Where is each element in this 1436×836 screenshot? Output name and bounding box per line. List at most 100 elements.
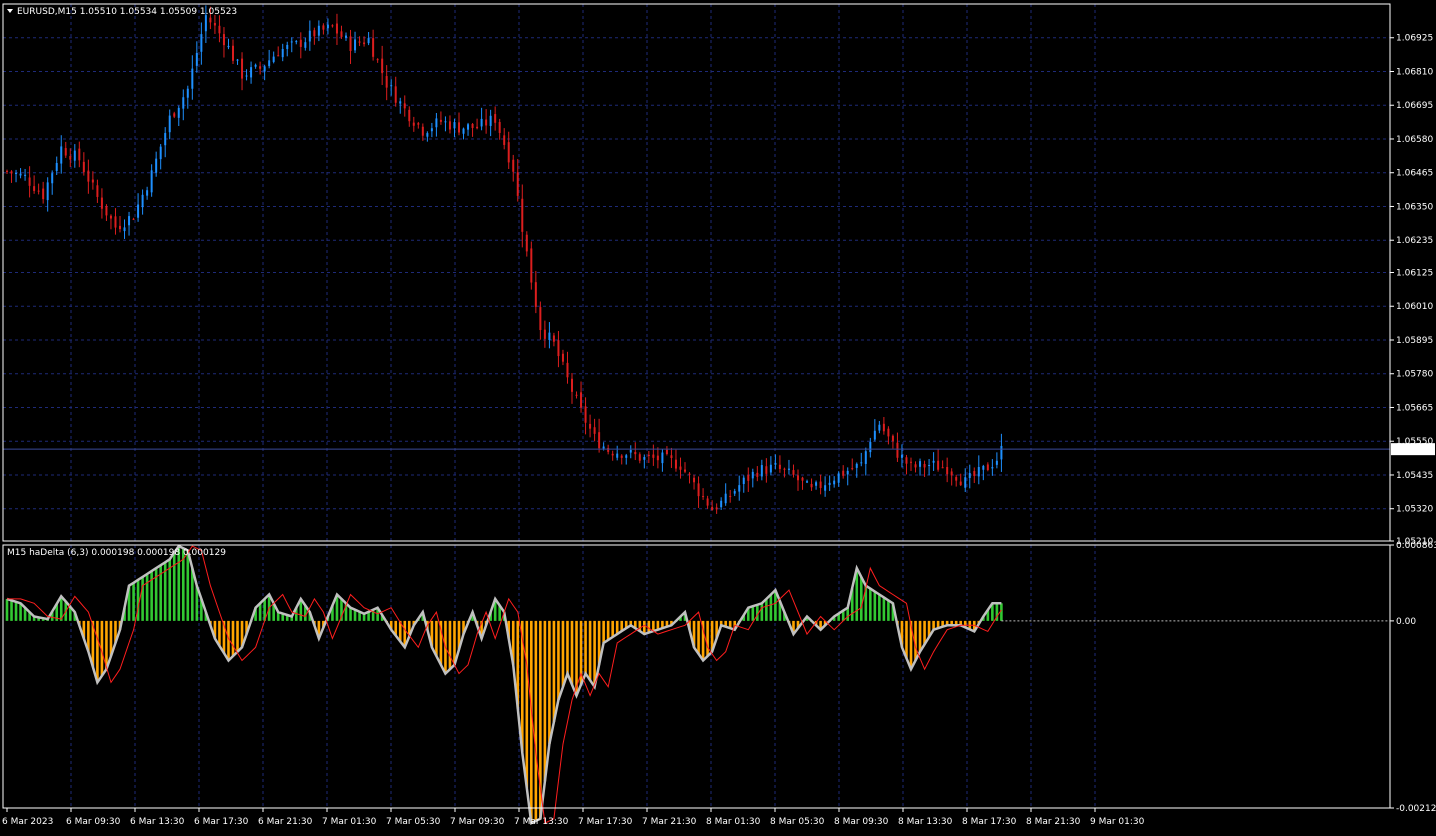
candle-body [173, 113, 176, 117]
candle-body [435, 118, 438, 128]
hadelta-bar [878, 594, 881, 621]
candle-body [286, 44, 289, 50]
candle-body [715, 507, 718, 510]
candle-body [778, 464, 781, 469]
chart-canvas[interactable]: 1.06925 1.06810 1.06695 1.06580 1.06465 1.063… [0, 0, 1436, 832]
price-candles [3, 5, 1390, 514]
hadelta-bar [141, 576, 144, 621]
candle-body [430, 128, 433, 132]
candle-body [200, 34, 203, 52]
candle-body [638, 454, 641, 461]
candle-body [394, 86, 397, 103]
collapse-triangle-icon[interactable] [7, 9, 13, 13]
candle-body [421, 126, 424, 136]
hadelta-bar [435, 620, 438, 657]
candle-body [828, 482, 831, 485]
candle-body [78, 148, 81, 161]
candle-body [557, 340, 560, 357]
price-tick-label: 1.05895 [1396, 336, 1433, 346]
candle-body [119, 225, 121, 230]
candle-body [448, 121, 451, 130]
time-tick-label: 8 Mar 09:30 [834, 817, 889, 827]
candle-body [679, 466, 682, 470]
candle-body [986, 464, 989, 471]
candle-body [900, 454, 903, 458]
candle-body [674, 459, 677, 469]
grid-lines [3, 4, 1390, 808]
candle-body [919, 461, 922, 467]
candle-body [227, 45, 230, 48]
candle-body [480, 118, 483, 127]
hadelta-bar [760, 603, 764, 621]
candle-body [345, 35, 347, 38]
candle-body [15, 173, 18, 175]
candle-body [281, 48, 284, 58]
hadelta-bar [10, 600, 13, 621]
chart-window[interactable]: 1.06925 1.06810 1.06695 1.06580 1.06465 1.063… [0, 0, 1436, 832]
candle-body [186, 88, 189, 98]
candle-body [6, 170, 8, 172]
hadelta-bar [588, 620, 592, 681]
hadelta-bar [186, 550, 190, 621]
price-tick-label: 1.06580 [1396, 135, 1433, 145]
candle-body [313, 30, 316, 37]
candle-body [810, 483, 813, 488]
candle-body [381, 58, 384, 74]
candle-body [250, 67, 253, 78]
candle-body [887, 428, 890, 437]
candle-body [652, 454, 655, 458]
time-tick-label: 7 Mar 21:30 [642, 817, 697, 827]
candle-body [19, 173, 22, 176]
candle-body [693, 477, 696, 483]
candle-body [819, 481, 822, 489]
price-tick-label: 1.05780 [1396, 370, 1433, 380]
price-tick-label: 1.06810 [1396, 67, 1433, 77]
candle-body [733, 491, 736, 494]
candle-body [869, 441, 872, 453]
candle-body [33, 186, 36, 191]
time-tick-label: 8 Mar 21:30 [1026, 817, 1081, 827]
candle-body [815, 482, 818, 486]
candle-body [105, 206, 108, 216]
candle-body [670, 455, 673, 458]
price-tick-label: 1.06695 [1396, 101, 1433, 111]
candle-body [923, 463, 926, 468]
candle-body [977, 467, 980, 477]
candle-body [417, 123, 420, 125]
candle-body [177, 107, 180, 118]
candle-body [1000, 445, 1003, 460]
candle-body [268, 60, 271, 67]
price-tick-label: 1.06350 [1396, 202, 1433, 212]
candle-body [55, 162, 58, 171]
candle-body [146, 190, 149, 196]
candle-body [42, 188, 45, 200]
candle-body [340, 31, 343, 37]
candle-body [593, 427, 596, 434]
hadelta-bar [105, 620, 108, 670]
candle-body [10, 171, 13, 174]
time-tick-label: 8 Mar 17:30 [962, 817, 1017, 827]
candle-body [195, 52, 198, 66]
candle-body [711, 506, 714, 511]
candle-body [837, 473, 840, 483]
candle-body [155, 158, 158, 173]
candle-body [783, 468, 786, 470]
candle-body [141, 194, 144, 208]
candle-body [349, 36, 352, 52]
candle-body [272, 56, 275, 62]
candle-body [950, 471, 953, 476]
time-tick-label: 8 Mar 01:30 [706, 817, 761, 827]
candle-body [114, 216, 117, 228]
hadelta-bar [602, 620, 605, 643]
hadelta-bar [258, 603, 262, 621]
candle-body [471, 123, 474, 128]
candle-body [598, 432, 601, 449]
hadelta-bar [534, 620, 538, 821]
candle-body [855, 463, 858, 468]
candle-body [51, 173, 54, 184]
candle-body [376, 59, 379, 61]
candle-body [589, 423, 592, 429]
candle-body [584, 406, 587, 423]
candle-body [688, 473, 691, 475]
candle-body [824, 485, 827, 491]
